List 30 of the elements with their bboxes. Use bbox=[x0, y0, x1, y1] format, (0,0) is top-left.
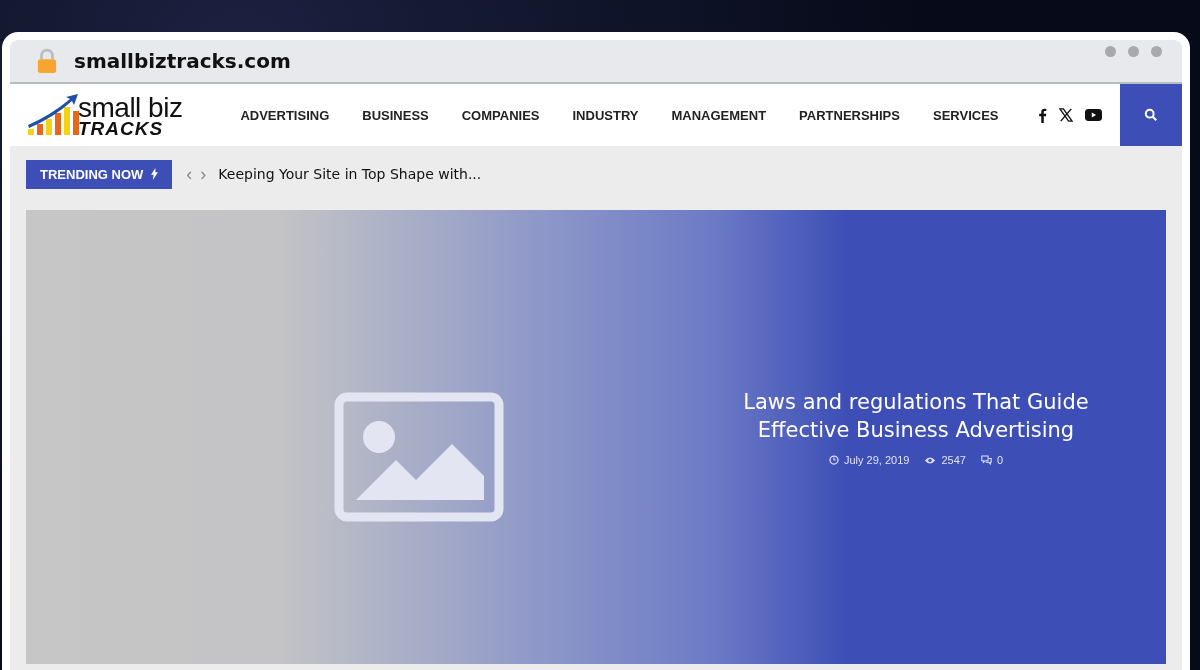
clock-icon bbox=[828, 455, 839, 466]
eye-icon bbox=[924, 455, 937, 465]
post-title[interactable]: Laws and regulations That Guide Effective Business Advertising bbox=[706, 387, 1126, 445]
trending-headline[interactable]: Keeping Your Site in Top Shape with... bbox=[218, 166, 482, 182]
featured-post-banner[interactable]: Laws and regulations That Guide Effective Business Advertising July 29, 2019 2547 0 bbox=[26, 210, 1166, 664]
lock-icon bbox=[36, 48, 58, 74]
url-text[interactable]: smallbiztracks.com bbox=[74, 49, 291, 73]
nav-link[interactable]: MANAGEMENT bbox=[671, 107, 767, 123]
comment-count: 0 bbox=[996, 454, 1003, 467]
post-date: July 29, 2019 bbox=[843, 454, 910, 467]
nav-link[interactable]: BUSINESS bbox=[362, 107, 429, 123]
nav-link[interactable]: INDUSTRY bbox=[572, 107, 639, 123]
window-dot-icon bbox=[1105, 46, 1116, 57]
image-placeholder-icon bbox=[334, 392, 504, 522]
nav-link[interactable]: COMPANIES bbox=[461, 107, 540, 123]
nav-link[interactable]: ADVERTISING bbox=[240, 107, 330, 123]
search-icon bbox=[1144, 108, 1158, 122]
window-dot-icon bbox=[1128, 46, 1139, 57]
x-icon[interactable] bbox=[1059, 108, 1073, 122]
logo-text[interactable]: TRACKS bbox=[78, 119, 183, 137]
nav-link[interactable]: SERVICES bbox=[932, 107, 999, 123]
facebook-icon[interactable] bbox=[1038, 107, 1047, 123]
lightning-icon bbox=[151, 168, 159, 180]
window-dot-icon bbox=[1151, 46, 1162, 57]
play-video-icon[interactable] bbox=[1085, 109, 1102, 121]
nav-link[interactable]: PARTNERSHIPS bbox=[799, 107, 900, 123]
view-count: 2547 bbox=[941, 454, 966, 467]
trending-label: TRENDING NOW bbox=[26, 159, 173, 189]
logo-text[interactable]: small biz bbox=[78, 94, 183, 120]
comment-icon bbox=[980, 455, 992, 466]
